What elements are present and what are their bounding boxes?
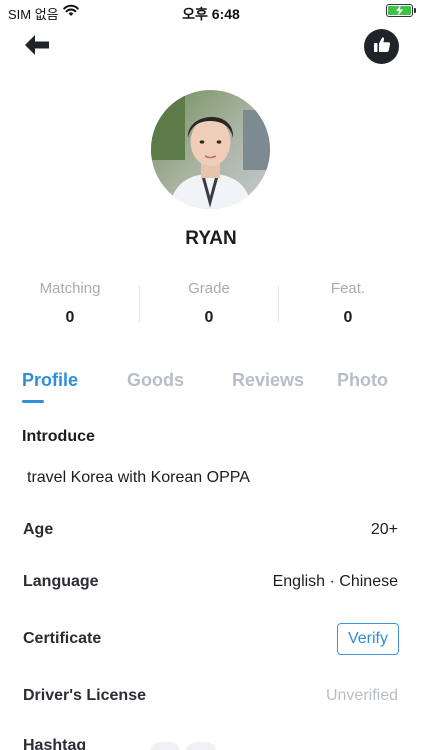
introduce-text: travel Korea with Korean OPPA [27,469,250,486]
battery-icon [386,4,416,17]
like-button[interactable] [364,29,399,64]
active-tab-indicator [22,400,44,403]
hashtag-chip[interactable] [150,742,180,750]
stat-label: Feat. [330,280,366,297]
stat-value: 0 [343,309,353,326]
stat-value: 0 [204,309,214,326]
stat-divider [278,285,279,323]
status-time: 오후 6:48 [182,6,240,22]
tab-goods[interactable]: Goods [127,370,184,391]
age-label: Age [23,521,54,538]
tab-photo[interactable]: Photo [337,370,388,391]
hashtag-label: Hashtag [23,737,87,750]
verify-button[interactable]: Verify [337,623,399,655]
stat-grade: Grade 0 [139,280,279,327]
back-button[interactable] [20,33,54,61]
drivers-license-label: Driver's License [23,687,146,704]
certificate-label: Certificate [23,630,102,647]
drivers-license-value: Unverified [325,687,398,704]
profile-name: RYAN [185,228,237,249]
stat-value: 0 [65,309,75,326]
stats-row: Matching 0 Grade 0 Feat. 0 [0,280,422,330]
language-value: English · Chinese [272,573,398,590]
stat-feat: Feat. 0 [278,280,418,327]
stat-label: Matching [39,280,101,297]
tab-bar: Profile Goods Reviews Photo [0,370,422,406]
age-value: 20+ [370,521,398,538]
thumbs-up-icon [373,36,391,58]
arrow-left-icon [23,34,51,61]
hashtag-chip[interactable] [186,742,216,750]
tab-profile[interactable]: Profile [22,370,78,391]
tab-reviews[interactable]: Reviews [232,370,304,391]
stat-label: Grade [188,280,230,297]
introduce-title: Introduce [22,428,95,445]
avatar[interactable] [151,90,270,209]
language-label: Language [23,573,99,590]
stat-divider [139,285,140,323]
stat-matching: Matching 0 [0,280,140,327]
status-bar: SIM 없음 오후 6:48 [0,0,422,22]
